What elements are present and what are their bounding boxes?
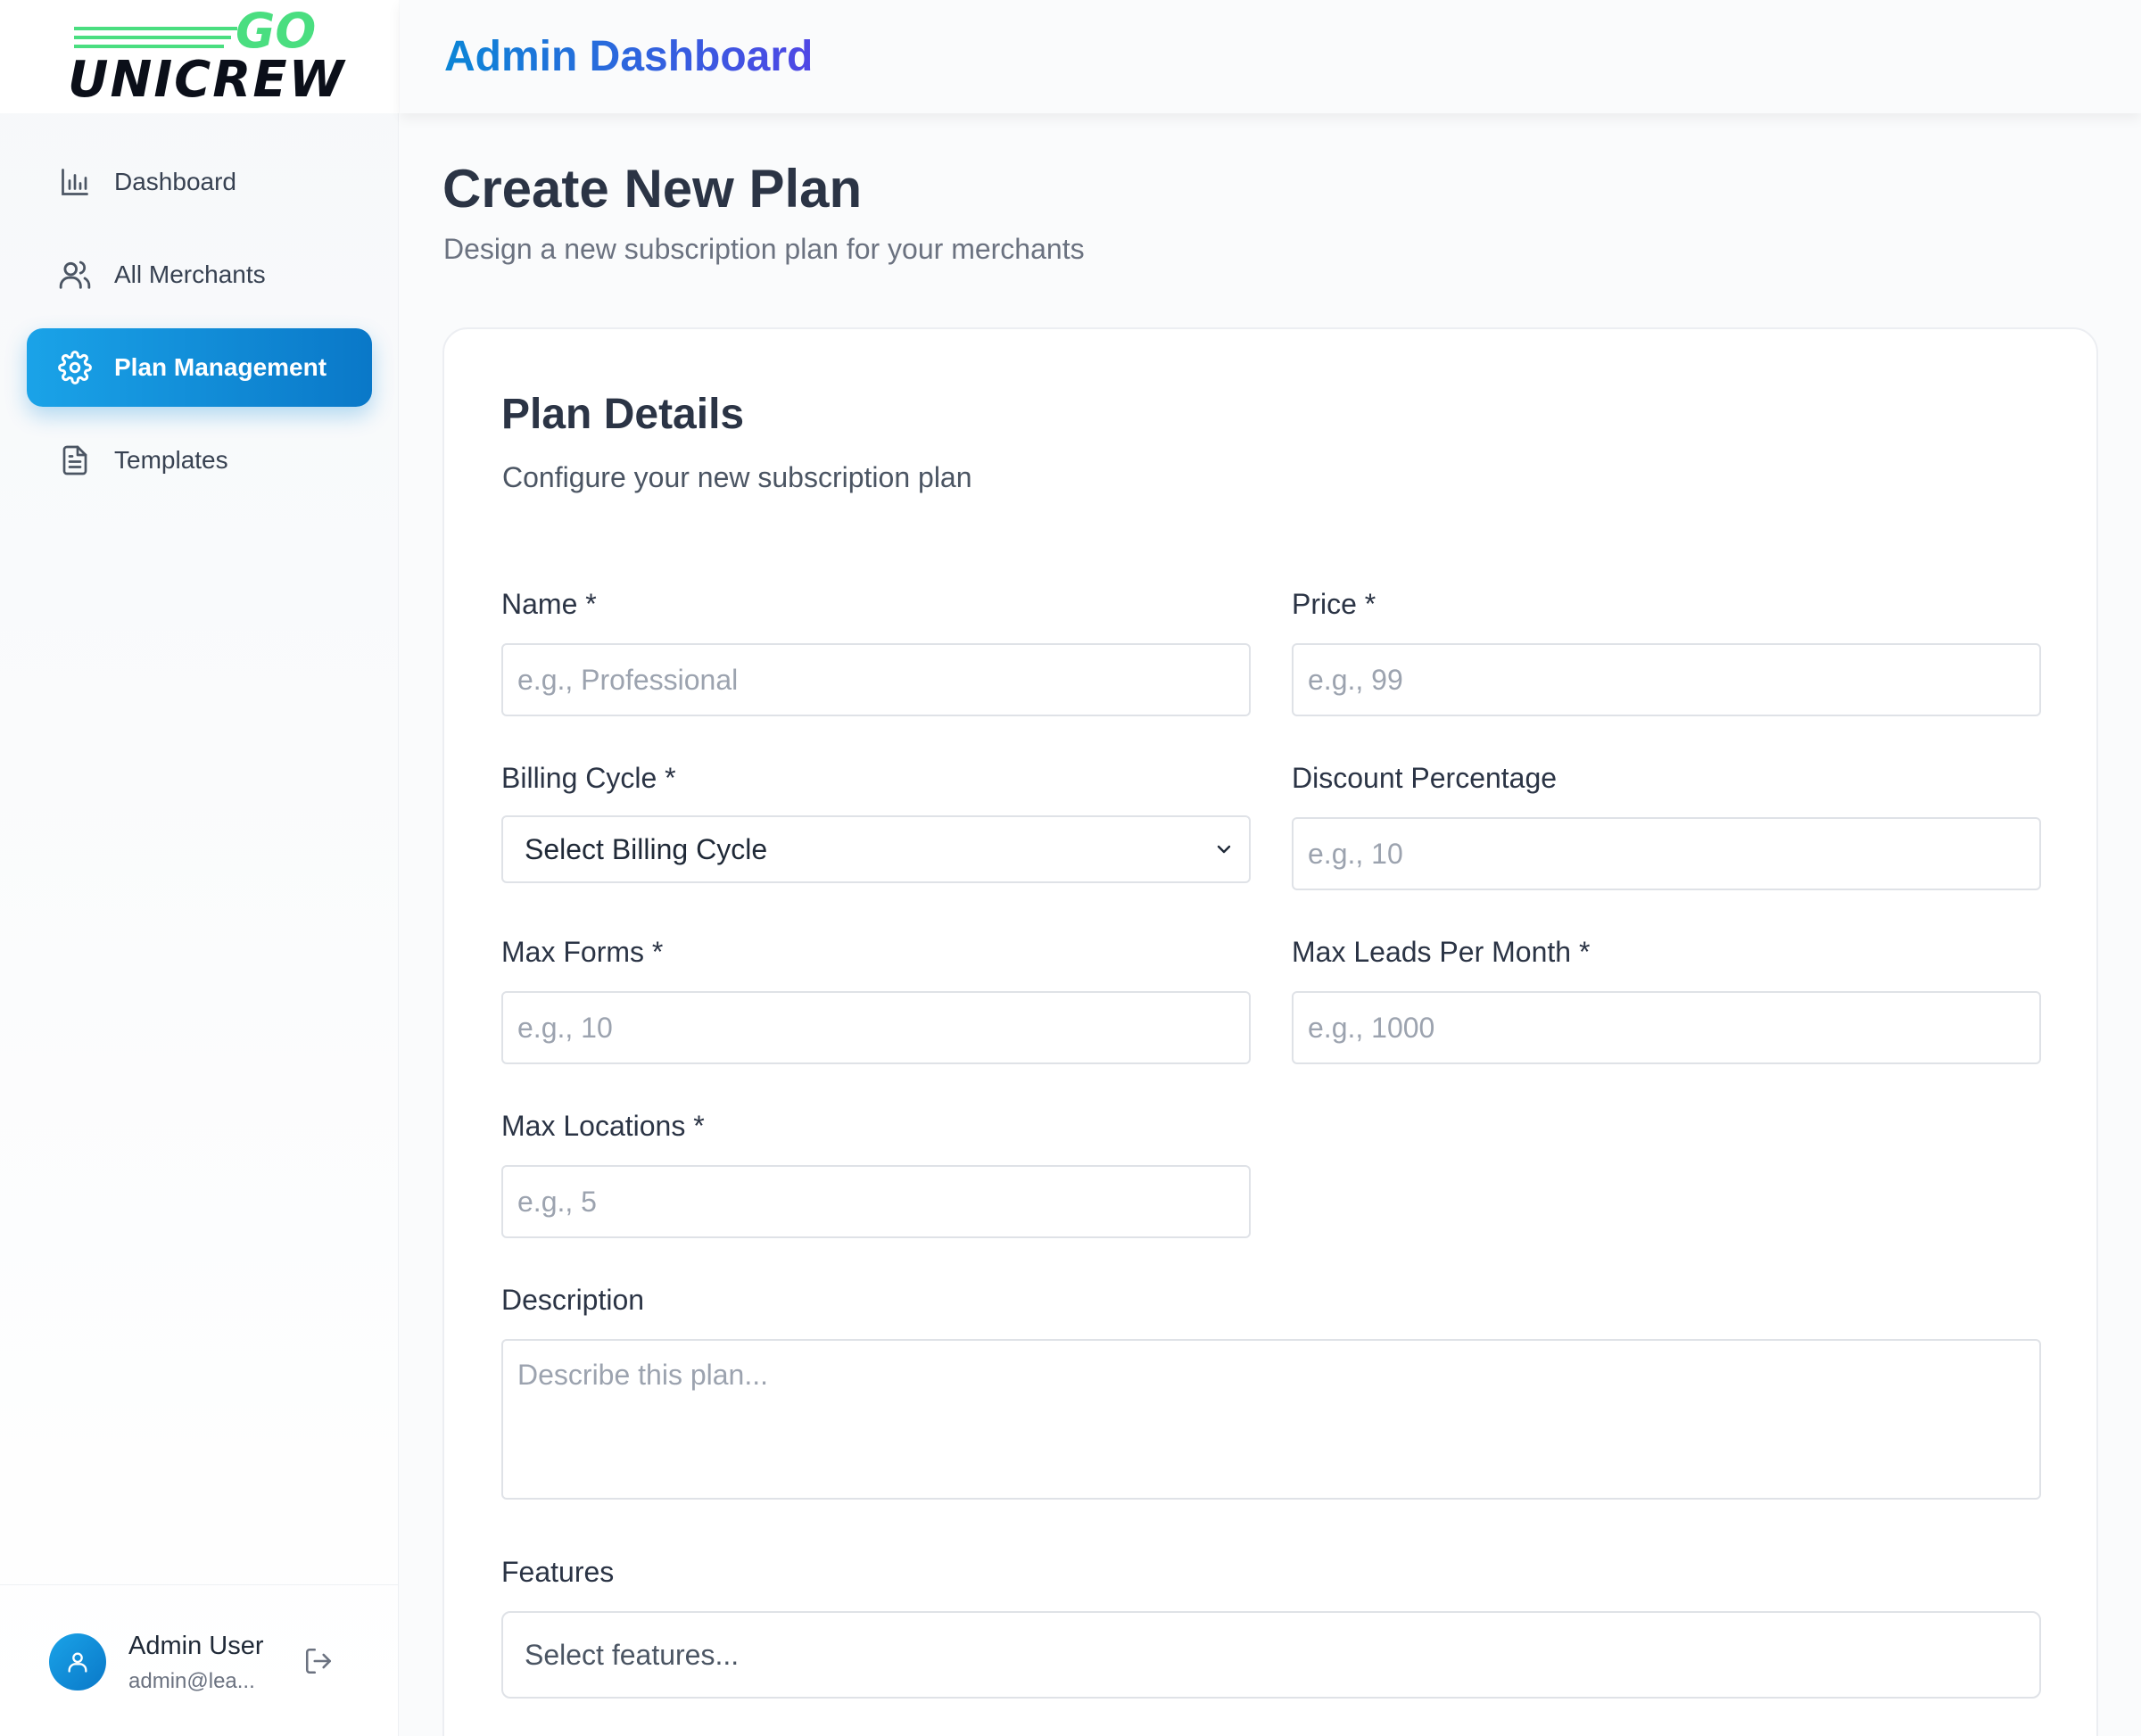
max-forms-label: Max Forms * <box>501 936 664 968</box>
sidebar-item-templates[interactable]: Templates <box>27 421 372 500</box>
features-placeholder: Select features... <box>525 1638 740 1671</box>
plan-details-card: Plan Details Configure your new subscrip… <box>442 327 2098 1736</box>
sidebar-item-label: Templates <box>114 446 228 474</box>
max-locations-input[interactable] <box>501 1165 1251 1238</box>
brand-header: GO UNICREW <box>0 0 399 113</box>
sidebar-item-label: All Merchants <box>114 260 266 288</box>
name-input[interactable] <box>501 643 1251 716</box>
max-leads-field-group: Max Leads Per Month * <box>1292 934 2041 1064</box>
sidebar-item-dashboard[interactable]: Dashboard <box>27 143 372 221</box>
brand-accent: GO <box>236 3 317 59</box>
max-locations-field-group: Max Locations * <box>501 1108 1251 1238</box>
max-forms-field-group: Max Forms * <box>501 934 1251 1064</box>
card-subtitle: Configure your new subscription plan <box>502 461 972 493</box>
logout-button[interactable] <box>303 1646 335 1678</box>
description-textarea[interactable] <box>501 1339 2041 1500</box>
avatar[interactable] <box>49 1633 106 1691</box>
price-label: Price * <box>1292 588 1376 620</box>
description-field-group: Description <box>501 1282 2041 1504</box>
max-locations-label: Max Locations * <box>501 1110 705 1142</box>
top-header: Admin Dashboard <box>400 0 2141 113</box>
gear-icon <box>57 350 93 385</box>
billing-cycle-select[interactable]: Select Billing Cycle <box>501 815 1251 883</box>
sidebar-item-label: Plan Management <box>114 353 327 381</box>
max-leads-input[interactable] <box>1292 991 2041 1064</box>
app-root: GO UNICREW Dashboard All Merchants Plan … <box>0 0 2141 1736</box>
billing-cycle-field-group: Billing Cycle * Select Billing Cycle <box>501 760 1251 883</box>
user-name: Admin User <box>128 1632 264 1660</box>
price-field-group: Price * <box>1292 586 2041 716</box>
user-email: admin@lea... <box>128 1669 255 1693</box>
sidebar-nav: Dashboard All Merchants Plan Management … <box>27 143 372 514</box>
user-icon <box>68 1652 87 1673</box>
header-title: Admin Dashboard <box>444 33 814 80</box>
discount-field-group: Discount Percentage <box>1292 760 2041 890</box>
price-input[interactable] <box>1292 643 2041 716</box>
sidebar-item-all-merchants[interactable]: All Merchants <box>27 236 372 314</box>
max-forms-input[interactable] <box>501 991 1251 1064</box>
page-subtitle: Design a new subscription plan for your … <box>443 233 1085 265</box>
features-field-group: Features Select features... <box>501 1554 2041 1699</box>
name-field-group: Name * <box>501 586 1251 716</box>
brand-wordmark: UNICREW <box>68 51 346 109</box>
sidebar: GO UNICREW Dashboard All Merchants Plan … <box>0 0 399 1736</box>
chevron-down-icon <box>1217 845 1231 854</box>
user-profile: Admin User admin@lea... <box>0 1584 399 1736</box>
name-label: Name * <box>501 588 597 620</box>
max-leads-label: Max Leads Per Month * <box>1292 936 1591 968</box>
billing-cycle-value: Select Billing Cycle <box>525 832 768 865</box>
brand-logo[interactable]: GO UNICREW <box>68 3 343 107</box>
sidebar-item-plan-management[interactable]: Plan Management <box>27 328 372 407</box>
logout-icon <box>305 1648 332 1674</box>
features-label: Features <box>501 1556 615 1588</box>
description-label: Description <box>501 1284 645 1316</box>
discount-label: Discount Percentage <box>1292 762 1558 794</box>
document-icon <box>57 442 93 478</box>
card-title: Plan Details <box>501 391 745 438</box>
billing-cycle-label: Billing Cycle * <box>501 762 676 794</box>
bar-chart-icon <box>57 164 93 200</box>
sidebar-item-label: Dashboard <box>114 168 236 195</box>
page-title: Create New Plan <box>442 159 863 219</box>
discount-input[interactable] <box>1292 817 2041 890</box>
main-content: Create New Plan Design a new subscriptio… <box>400 113 2141 1736</box>
users-icon <box>57 257 93 293</box>
features-multiselect[interactable]: Select features... <box>501 1611 2041 1699</box>
